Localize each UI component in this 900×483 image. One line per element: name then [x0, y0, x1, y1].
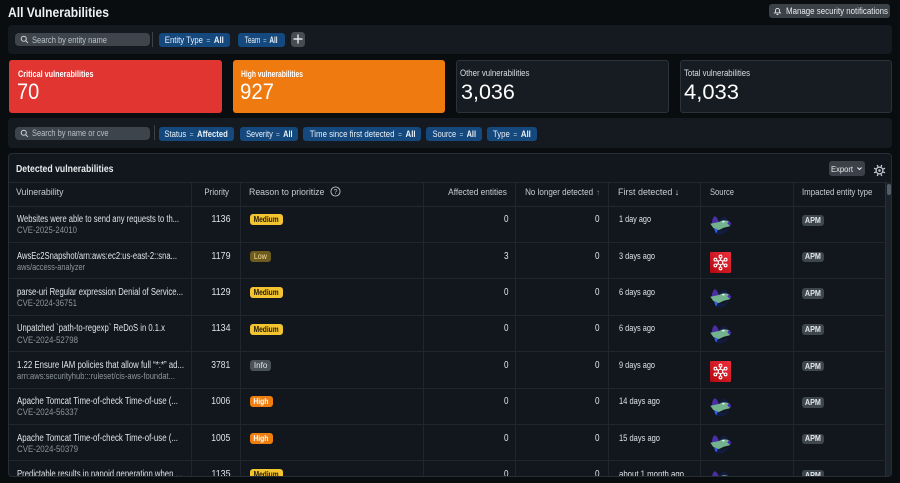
svg-text:?: ? [333, 189, 337, 196]
